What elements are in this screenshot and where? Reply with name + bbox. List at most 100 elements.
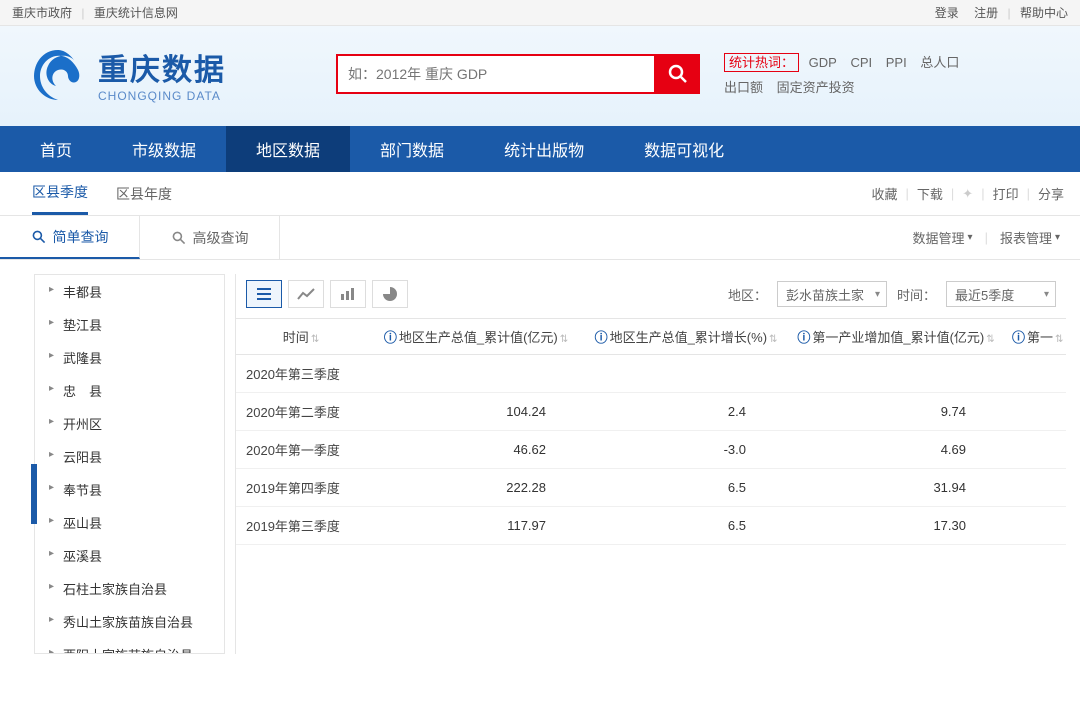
nav-3[interactable]: 部门数据	[350, 126, 474, 172]
col-header[interactable]: ⓘ地区生产总值_累计增长(%)⇅	[586, 319, 786, 355]
county-item[interactable]: 武隆县	[35, 341, 224, 374]
cell-time: 2020年第一季度	[236, 431, 366, 469]
col-header[interactable]: ⓘ第一⇅	[1006, 319, 1066, 355]
pie-chart-button[interactable]	[372, 280, 408, 308]
topbar-right: 登录 注册 | 帮助中心	[935, 4, 1068, 21]
cell-time: 2019年第三季度	[236, 507, 366, 545]
cell-time: 2020年第三季度	[236, 355, 366, 393]
col-header[interactable]: ⓘ第一产业增加值_累计值(亿元)⇅	[786, 319, 1006, 355]
nav-2[interactable]: 地区数据	[226, 126, 350, 172]
fav-action[interactable]: 收藏	[871, 184, 897, 203]
hot-invest[interactable]: 固定资产投资	[777, 80, 855, 95]
hot-cpi[interactable]: CPI	[850, 55, 872, 70]
hot-export[interactable]: 出口额	[724, 80, 763, 95]
topbar-left: 重庆市政府 | 重庆统计信息网	[12, 4, 178, 21]
cell-value	[1006, 355, 1066, 393]
panel-toolbar: 地区： 彭水苗族土家 时间： 最近5季度	[236, 274, 1066, 318]
county-item[interactable]: 秀山土家族苗族自治县	[35, 605, 224, 638]
cell-value: 4.69	[786, 431, 1006, 469]
cell-time: 2019年第四季度	[236, 469, 366, 507]
county-item[interactable]: 丰都县	[35, 275, 224, 308]
list-view-button[interactable]	[246, 280, 282, 308]
gov-link[interactable]: 重庆市政府	[12, 6, 72, 20]
table-row: 2020年第二季度104.242.49.74	[236, 393, 1066, 431]
logo[interactable]: 重庆数据 CHONGQING DATA	[28, 44, 226, 104]
county-item[interactable]: 开州区	[35, 407, 224, 440]
county-item[interactable]: 忠 县	[35, 374, 224, 407]
info-icon[interactable]: ⓘ	[1012, 330, 1025, 345]
print-action[interactable]: 打印	[993, 184, 1019, 203]
info-icon[interactable]: ⓘ	[595, 330, 608, 345]
simple-query-tab[interactable]: 简单查询	[0, 216, 140, 259]
info-icon[interactable]: ⓘ	[797, 330, 810, 345]
advanced-query-tab[interactable]: 高级查询	[140, 216, 280, 259]
cell-value	[586, 355, 786, 393]
cell-value: 9.74	[786, 393, 1006, 431]
share-weibo-action[interactable]: ✦	[962, 186, 973, 202]
pie-chart-icon	[382, 286, 398, 302]
nav-1[interactable]: 市级数据	[102, 126, 226, 172]
cell-value: 46.62	[366, 431, 586, 469]
cell-value: 222.28	[366, 469, 586, 507]
cell-value: 6.5	[586, 469, 786, 507]
bar-chart-icon	[339, 287, 357, 301]
main-nav: 首页市级数据地区数据部门数据统计出版物数据可视化	[0, 126, 1080, 172]
main-content: 丰都县垫江县武隆县忠 县开州区云阳县奉节县巫山县巫溪县石柱土家族自治县秀山土家族…	[0, 260, 1080, 654]
county-item[interactable]: 巫溪县	[35, 539, 224, 572]
cell-value	[786, 355, 1006, 393]
sidebar-handle[interactable]	[31, 464, 37, 524]
hot-pop[interactable]: 总人口	[920, 55, 959, 70]
search-icon	[171, 230, 187, 246]
search-button[interactable]	[656, 54, 700, 94]
cell-value: 6.5	[586, 507, 786, 545]
bar-chart-button[interactable]	[330, 280, 366, 308]
nav-4[interactable]: 统计出版物	[474, 126, 614, 172]
top-bar: 重庆市政府 | 重庆统计信息网 登录 注册 | 帮助中心	[0, 0, 1080, 26]
subtab-1[interactable]: 区县年度	[116, 172, 172, 215]
cell-value	[366, 355, 586, 393]
hot-ppi[interactable]: PPI	[886, 55, 907, 70]
region-select[interactable]: 彭水苗族土家	[777, 281, 887, 307]
data-manage[interactable]: 数据管理 ▾	[913, 228, 973, 247]
stats-link[interactable]: 重庆统计信息网	[94, 6, 178, 20]
hot-gdp[interactable]: GDP	[809, 55, 837, 70]
login-link[interactable]: 登录	[935, 6, 959, 20]
hot-label: 统计热词：	[724, 53, 799, 72]
county-item[interactable]: 垫江县	[35, 308, 224, 341]
cell-value: 31.94	[786, 469, 1006, 507]
help-link[interactable]: 帮助中心	[1020, 6, 1068, 20]
search	[336, 54, 700, 94]
nav-5[interactable]: 数据可视化	[614, 126, 754, 172]
share-action[interactable]: 分享	[1038, 184, 1064, 203]
search-icon	[668, 64, 688, 84]
subnav-actions: 收藏| 下载| ✦| 打印| 分享	[871, 184, 1064, 203]
col-header[interactable]: ⓘ地区生产总值_累计值(亿元)⇅	[366, 319, 586, 355]
cell-time: 2020年第二季度	[236, 393, 366, 431]
cell-value	[1006, 393, 1066, 431]
info-icon[interactable]: ⓘ	[384, 330, 397, 345]
report-manage[interactable]: 报表管理 ▾	[1000, 228, 1060, 247]
table-row: 2020年第一季度46.62-3.04.69	[236, 431, 1066, 469]
subtab-0[interactable]: 区县季度	[32, 172, 88, 215]
county-item[interactable]: 奉节县	[35, 473, 224, 506]
county-sidebar[interactable]: 丰都县垫江县武隆县忠 县开州区云阳县奉节县巫山县巫溪县石柱土家族自治县秀山土家族…	[34, 274, 225, 654]
cell-value: 117.97	[366, 507, 586, 545]
cell-value: -3.0	[586, 431, 786, 469]
download-action[interactable]: 下载	[917, 184, 943, 203]
line-chart-button[interactable]	[288, 280, 324, 308]
data-table: 时间⇅ⓘ地区生产总值_累计值(亿元)⇅ⓘ地区生产总值_累计增长(%)⇅ⓘ第一产业…	[236, 318, 1066, 545]
col-header[interactable]: 时间⇅	[236, 319, 366, 355]
search-icon	[31, 229, 47, 245]
cell-value	[1006, 431, 1066, 469]
header: 重庆数据 CHONGQING DATA 统计热词： GDP CPI PPI 总人…	[0, 26, 1080, 126]
county-item[interactable]: 石柱土家族自治县	[35, 572, 224, 605]
nav-0[interactable]: 首页	[10, 126, 102, 172]
region-label: 地区：	[728, 285, 767, 304]
table-row: 2019年第三季度117.976.517.30	[236, 507, 1066, 545]
register-link[interactable]: 注册	[974, 6, 998, 20]
county-item[interactable]: 云阳县	[35, 440, 224, 473]
search-input[interactable]	[336, 54, 656, 94]
time-select[interactable]: 最近5季度	[946, 281, 1056, 307]
county-item[interactable]: 巫山县	[35, 506, 224, 539]
county-item[interactable]: 酉阳土家族苗族自治县	[35, 638, 224, 654]
